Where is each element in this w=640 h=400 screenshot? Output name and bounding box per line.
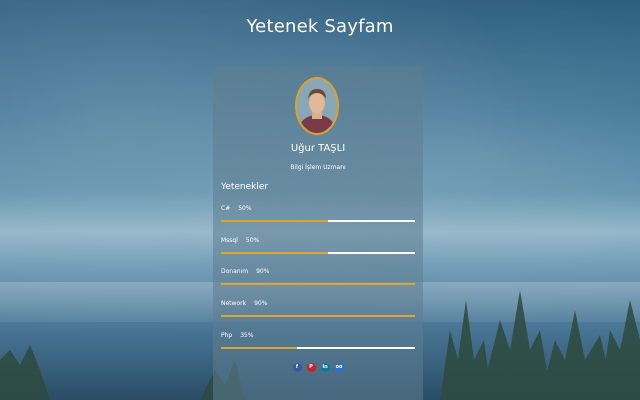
avatar (295, 77, 339, 135)
profile-name: Uğur TAŞLI (290, 143, 346, 154)
skill-label: Mssql (221, 237, 238, 244)
skill-label: Php (221, 332, 233, 339)
skill-bar-fill (221, 252, 328, 254)
skill-label: Network (221, 300, 247, 307)
skill-percent: 90% (256, 268, 270, 275)
skill-percent: 35% (240, 332, 254, 339)
skill-csharp: C# 50% (221, 204, 415, 222)
facebook-icon[interactable]: f (292, 363, 302, 372)
skill-label: Donanım (221, 268, 249, 275)
skill-network: Network 90% (221, 299, 415, 317)
skill-label: C# (221, 205, 231, 212)
skill-percent: 50% (245, 237, 260, 244)
social-links: f P in oo (213, 363, 423, 372)
skill-bar (221, 347, 415, 349)
profile-role: Bilgi İşlem Uzmanı (290, 164, 346, 171)
skill-bar-fill (221, 347, 297, 349)
skill-bar (221, 220, 415, 222)
page-title: Yetenek Sayfam (246, 16, 394, 37)
skills-heading: Yetenekler (221, 182, 269, 192)
skill-percent: 50% (238, 205, 252, 212)
delicious-icon[interactable]: oo (334, 363, 344, 372)
pinterest-icon[interactable]: P (306, 363, 316, 372)
skill-percent: 90% (254, 300, 268, 307)
skill-bar (221, 315, 415, 317)
profile-card: Uğur TAŞLI Bilgi İşlem Uzmanı Yetenekler… (213, 67, 423, 400)
skill-donanim: Donanım 90% (221, 267, 415, 285)
skill-bar-fill (221, 315, 415, 317)
skill-bar-fill (221, 220, 328, 222)
skill-php: Php 35% (221, 331, 415, 349)
skill-mssql: Mssql 50% (221, 236, 415, 254)
skill-bar-fill (221, 283, 415, 285)
linkedin-icon[interactable]: in (320, 363, 330, 372)
skill-bar (221, 252, 415, 254)
skill-bar (221, 283, 415, 285)
avatar-photo (297, 79, 337, 133)
